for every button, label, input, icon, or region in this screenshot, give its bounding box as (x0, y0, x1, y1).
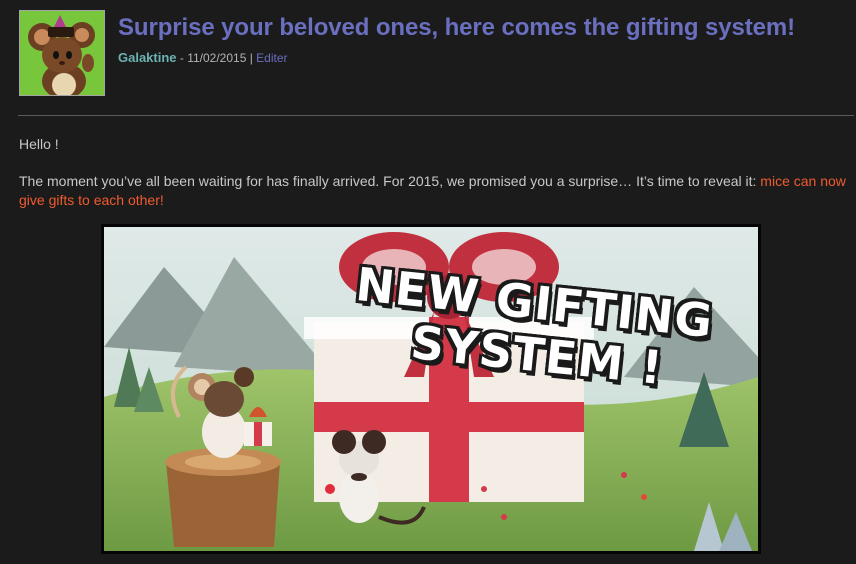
edit-link[interactable]: Editer (256, 51, 287, 65)
banner-illustration (104, 227, 758, 551)
post-meta: Galaktine - 11/02/2015 | Editer (118, 50, 288, 65)
post-paragraph: The moment you’ve all been waiting for h… (19, 172, 853, 210)
post-title[interactable]: Surprise your beloved ones, here comes t… (118, 14, 795, 42)
author-avatar[interactable] (19, 10, 105, 96)
author-name[interactable]: Galaktine (118, 50, 177, 65)
meta-separator: | (246, 51, 257, 65)
paragraph-text: The moment you’ve all been waiting for h… (19, 173, 761, 189)
mouse-avatar-icon (20, 11, 104, 95)
post-greeting: Hello ! (19, 136, 59, 152)
date-prefix: - (176, 51, 188, 65)
header-divider (18, 115, 854, 116)
gifting-banner-image: NEW GIFTING SYSTEM ! (101, 224, 761, 554)
post-date: 11/02/2015 (187, 51, 247, 65)
